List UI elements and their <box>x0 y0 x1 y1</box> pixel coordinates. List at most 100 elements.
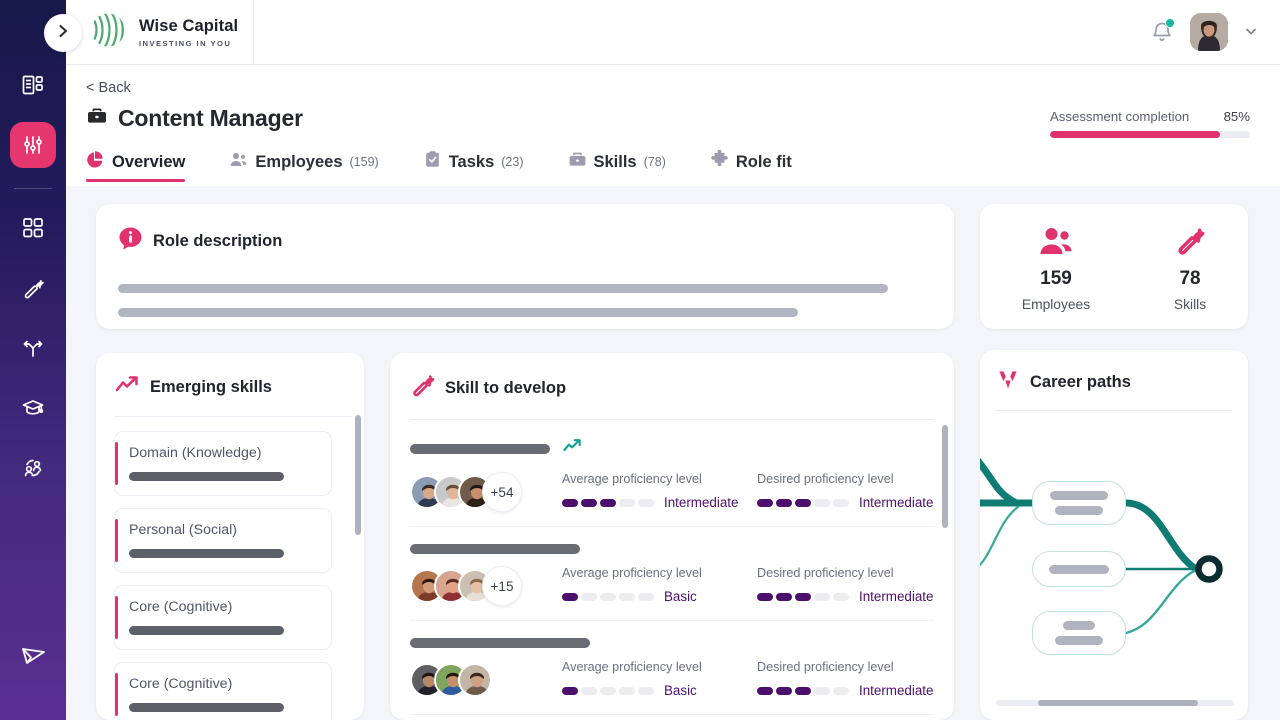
skill-to-develop-row[interactable]: +54 Average proficiency level Intermediate… <box>410 420 934 527</box>
sidebar-item-settings-panel[interactable] <box>10 122 56 168</box>
stat-employees: 159 Employees <box>1022 226 1090 312</box>
sidebar-item-career-paths[interactable] <box>10 325 56 371</box>
average-proficiency-segments <box>562 498 654 507</box>
sidebar-item-apps[interactable] <box>10 205 56 251</box>
average-proficiency-row: Intermediate <box>562 495 739 510</box>
tab-overview[interactable]: Overview <box>86 146 207 182</box>
proficiency-segment <box>833 592 849 601</box>
sidebar-item-reports[interactable] <box>10 62 56 108</box>
proficiency-segment <box>757 686 773 695</box>
skill-name-placeholder <box>410 443 550 454</box>
emerging-skill-item[interactable]: Core (Cognitive) <box>114 662 332 720</box>
desired-proficiency-segments <box>757 592 849 601</box>
wrench-icon <box>1175 226 1205 261</box>
career-paths-card: Career paths <box>980 350 1248 720</box>
sidebar-item-learning[interactable] <box>10 385 56 431</box>
stat-value: 159 <box>1040 267 1072 289</box>
tab-skills[interactable]: Skills (78) <box>568 146 688 178</box>
proficiency-segment <box>581 592 597 601</box>
briefcase-icon <box>86 105 108 132</box>
skill-to-develop-row[interactable]: +15 Average proficiency level Basic Desired… <box>410 527 934 621</box>
user-avatar[interactable] <box>1190 13 1228 51</box>
employee-avatar-stack[interactable] <box>410 660 544 700</box>
proficiency-segment <box>757 498 773 507</box>
emerging-skill-item[interactable]: Domain (Knowledge) <box>114 431 332 496</box>
proficiency-segment <box>600 686 616 695</box>
skill-to-develop-row[interactable]: Average proficiency level Basic Desired pr… <box>410 621 934 715</box>
proficiency-segment <box>833 686 849 695</box>
desired-proficiency: Desired proficiency level Intermediate <box>757 566 934 604</box>
proficiency-segment <box>833 498 849 507</box>
tab-count: (23) <box>501 155 524 169</box>
emerging-skill-placeholder-bar <box>129 703 284 712</box>
average-proficiency-value: Basic <box>664 683 697 698</box>
employee-avatar-stack[interactable]: +54 <box>410 472 544 512</box>
trending-up-icon <box>114 373 140 402</box>
emerging-skills-card: Emerging skills Domain (Knowledge) Person… <box>96 353 364 720</box>
notifications-button[interactable] <box>1150 18 1175 45</box>
career-node[interactable] <box>1032 611 1126 655</box>
puzzle-piece-icon <box>710 149 729 174</box>
tab-label: Role fit <box>735 152 792 171</box>
emerging-skill-item[interactable]: Core (Cognitive) <box>114 585 332 650</box>
emerging-skill-name: Domain (Knowledge) <box>129 445 262 461</box>
average-proficiency-value: Intermediate <box>664 495 739 510</box>
career-node-placeholder <box>1055 636 1103 645</box>
career-paths-scroll-thumb[interactable] <box>1038 700 1198 706</box>
proficiency-segment <box>562 592 578 601</box>
chevron-down-icon[interactable] <box>1244 24 1258 41</box>
tab-label: Employees <box>255 152 343 171</box>
emerging-skills-scrollbar[interactable] <box>355 415 361 535</box>
topbar: Wise Capital INVESTING IN YOU <box>66 0 1280 65</box>
career-node-placeholder <box>1055 506 1103 515</box>
proficiency-segment <box>776 498 792 507</box>
role-description-placeholder-line <box>118 284 888 293</box>
paper-plane-icon <box>18 640 48 670</box>
career-node[interactable] <box>1032 551 1126 587</box>
expand-sidebar-button[interactable] <box>44 14 82 52</box>
tab-count: (159) <box>349 155 379 169</box>
average-proficiency-label: Average proficiency level <box>562 472 702 486</box>
tab-employees[interactable]: Employees (159) <box>229 146 400 178</box>
average-proficiency-label: Average proficiency level <box>562 566 702 580</box>
career-paths-diagram <box>980 411 1248 691</box>
sidebar-divider <box>14 188 52 189</box>
emerging-skill-item[interactable]: Personal (Social) <box>114 508 332 573</box>
topbar-actions <box>1150 13 1280 51</box>
app-root: Wise Capital INVESTING IN YOU < Back Con… <box>0 0 1280 720</box>
sidebar-item-send[interactable] <box>10 632 56 678</box>
average-proficiency-label: Average proficiency level <box>562 660 702 674</box>
proficiency-segment <box>638 498 654 507</box>
sidebar-item-people[interactable] <box>10 445 56 491</box>
back-link[interactable]: < Back <box>86 80 131 96</box>
skill-name-row <box>410 544 934 554</box>
emerging-skills-title: Emerging skills <box>150 378 272 396</box>
career-node-placeholder <box>1049 564 1109 574</box>
desired-proficiency: Desired proficiency level Intermediate <box>757 660 934 698</box>
avatar-more-count[interactable]: +15 <box>482 566 522 606</box>
emerging-skill-name: Personal (Social) <box>129 522 238 538</box>
skill-to-develop-scrollbar[interactable] <box>942 425 948 528</box>
skill-to-develop-card: Skill to develop +54 Average proficiency … <box>390 353 954 720</box>
people-icon <box>1039 226 1073 261</box>
desired-proficiency-label: Desired proficiency level <box>757 472 894 486</box>
average-proficiency-segments <box>562 592 654 601</box>
tab-role-fit[interactable]: Role fit <box>710 146 814 178</box>
career-node[interactable] <box>1032 481 1126 525</box>
page-header: < Back Content Manager Assessment comple… <box>66 65 1280 186</box>
role-description-placeholder-line <box>118 308 798 317</box>
tab-tasks[interactable]: Tasks (23) <box>423 146 546 178</box>
brand-name: Wise Capital <box>139 16 239 35</box>
employee-avatar-stack[interactable]: +15 <box>410 566 544 606</box>
proficiency-segment <box>619 592 635 601</box>
proficiency-segment <box>814 498 830 507</box>
brand-logo[interactable]: Wise Capital INVESTING IN YOU <box>66 0 254 65</box>
desired-proficiency-value: Intermediate <box>859 589 934 604</box>
pie-chart-icon <box>86 150 105 174</box>
stats-card: 159 Employees 78 Skills <box>980 204 1248 329</box>
proficiency-segment <box>757 592 773 601</box>
tab-bar: Overview Employees (159) Tasks (23) Skills (78… <box>66 146 836 186</box>
avatar-more-count[interactable]: +54 <box>482 472 522 512</box>
sidebar-item-skills[interactable] <box>10 265 56 311</box>
stat-label: Skills <box>1173 296 1207 312</box>
